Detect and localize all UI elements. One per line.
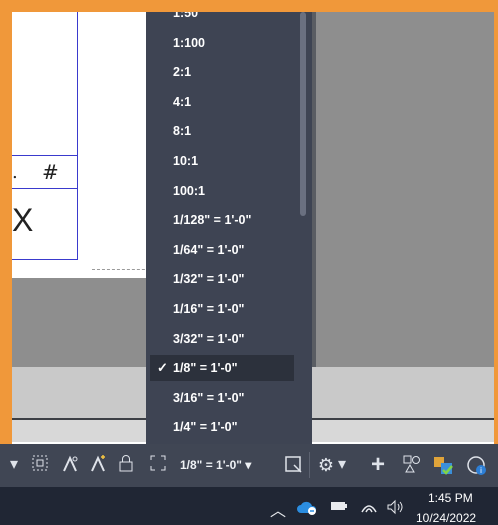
dropdown-arrow-icon[interactable]: ▾	[8, 454, 20, 476]
scale-menu-item-label: 1:50	[173, 12, 199, 20]
scale-menu-item[interactable]: 1/128" = 1'-0"	[146, 207, 312, 233]
graphics-performance-icon[interactable]	[402, 454, 422, 476]
status-separator	[309, 452, 310, 478]
scale-menu-item[interactable]: 2:1	[146, 59, 312, 85]
title-block-border	[12, 188, 78, 189]
gear-menu-arrow-icon[interactable]: ▾	[336, 454, 348, 476]
menu-scroll-track	[312, 12, 316, 367]
scale-menu-item[interactable]: 1/16" = 1'-0"	[146, 296, 312, 322]
title-block-border	[77, 12, 78, 260]
window-frame-left	[0, 0, 12, 487]
menu-scrollbar-thumb[interactable]	[300, 12, 306, 216]
title-block-x: X	[12, 202, 34, 238]
volume-icon[interactable]	[386, 499, 404, 518]
maximize-viewport-icon[interactable]	[283, 454, 303, 476]
plus-icon[interactable]: +	[368, 453, 388, 477]
annotation-scale-menu: 1:50 1:100 2:1 4:1 8:1 10:1 100:1 1/128" = 1'-0…	[146, 12, 312, 444]
scale-menu-item-label: 100:1	[173, 183, 205, 198]
scale-menu-item-label: 4:1	[173, 94, 192, 109]
scale-menu-item[interactable]: ✓ 1/8" = 1'-0"	[150, 355, 294, 382]
title-block-border	[12, 155, 78, 156]
scale-menu-item-label: 1:100	[173, 35, 205, 50]
scale-menu-item[interactable]: 1/64" = 1'-0"	[146, 237, 312, 263]
scale-menu-item[interactable]: 3/16" = 1'-0"	[146, 385, 312, 411]
scale-menu-item-label: 3/16" = 1'-0"	[173, 390, 245, 405]
lock-ui-icon[interactable]	[116, 454, 136, 476]
scale-menu-item-label: 8:1	[173, 124, 192, 139]
scale-menu-item-label: 10:1	[173, 154, 199, 168]
checkmark-icon: ✓	[157, 360, 168, 376]
scale-menu-item[interactable]: 1/32" = 1'-0"	[146, 266, 312, 292]
hardware-accel-icon[interactable]	[432, 454, 453, 476]
paper-background-right	[316, 12, 494, 367]
scale-menu-item-label: 2:1	[173, 65, 192, 80]
scale-menu-item[interactable]: 1/4" = 1'-0"	[146, 414, 312, 440]
scale-menu-item[interactable]: 1:50	[146, 12, 312, 26]
scale-menu-item[interactable]: 4:1	[146, 89, 312, 115]
scale-menu-item-label: 1/16" = 1'-0"	[173, 302, 245, 316]
wifi-icon[interactable]	[360, 498, 378, 517]
window-frame-top	[0, 0, 498, 12]
select-window-icon[interactable]	[30, 454, 50, 476]
scale-menu-item-label: 1/64" = 1'-0"	[173, 242, 245, 257]
annotation-scale-button[interactable]: 1/8" = 1'-0" ▾	[180, 454, 251, 476]
title-block-dot: .	[12, 162, 18, 183]
notification-icon[interactable]: i	[466, 454, 486, 476]
svg-text:i: i	[480, 466, 482, 475]
window-frame-right	[494, 0, 498, 487]
scale-menu-item[interactable]: 10:1	[146, 148, 312, 174]
scale-menu-item[interactable]: 3/32" = 1'-0"	[146, 326, 312, 352]
scale-menu-item-label: 1/128" = 1'-0"	[173, 213, 252, 228]
scale-menu-item[interactable]: 1:100	[146, 30, 312, 56]
clock-time[interactable]: 1:45 PM	[428, 491, 473, 505]
battery-icon[interactable]	[330, 500, 348, 515]
scale-menu-item-label: 3/32" = 1'-0"	[173, 331, 245, 346]
onedrive-cloud-icon[interactable]	[296, 499, 318, 518]
scale-menu-item-label: 1/8" = 1'-0"	[173, 361, 238, 376]
annotation-visibility-icon[interactable]	[60, 454, 80, 476]
workspace-gear-icon[interactable]: ⚙	[316, 454, 336, 476]
isolate-objects-icon[interactable]	[148, 454, 168, 476]
scale-menu-item-label: 1/4" = 1'-0"	[173, 420, 238, 435]
scale-menu-item[interactable]: 100:1	[146, 178, 312, 204]
scale-menu-item[interactable]: 8:1	[146, 118, 312, 144]
scale-menu-item-label: 1/32" = 1'-0"	[173, 272, 245, 287]
chevron-up-icon[interactable]: ︿	[270, 497, 286, 521]
auto-scale-icon[interactable]	[88, 454, 108, 476]
clock-date[interactable]: 10/24/2022	[416, 511, 476, 525]
title-block-hash: #	[42, 160, 59, 184]
title-block-border	[12, 259, 78, 260]
